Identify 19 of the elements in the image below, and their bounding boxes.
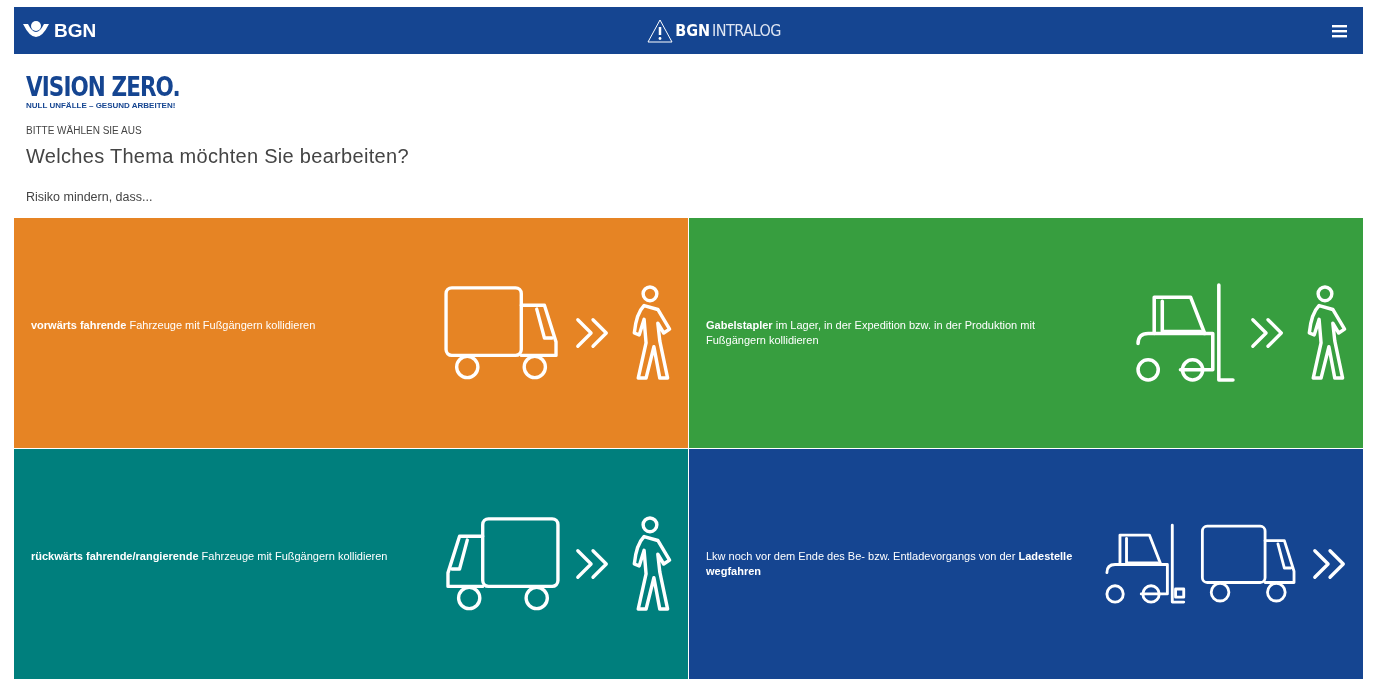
topic-text: Gabelstapler im Lager, in der Expedition bzw. in der Produktion mit Fußgängern kollidieren (706, 318, 1036, 348)
topic-text: rückwärts fahrende/rangierende Fahrzeuge mit Fußgängern kollidieren (31, 549, 388, 564)
topic-text: Lkw noch vor dem Ende des Be- bzw. Entladevorgangs von der Ladestelle wegfahren (706, 549, 1074, 579)
vision-zero-title: VISION ZERO. (26, 74, 180, 100)
topic-tile[interactable]: Lkw noch vor dem Ende des Be- bzw. Entladevorgangs von der Ladestelle wegfahren (689, 449, 1363, 679)
topic-text: vorwärts fahrende Fahrzeuge mit Fußgängern kollidieren (31, 318, 316, 333)
lead-text: Risiko mindern, dass... (26, 190, 153, 204)
menu-icon[interactable] (1332, 23, 1347, 38)
vision-zero-subtitle: NULL UNFÄLLE – GESUND ARBEITEN! (26, 101, 176, 111)
logo-text: BGN (54, 19, 97, 42)
page-heading: Welches Thema möchten Sie bearbeiten? (26, 145, 409, 168)
topic-tile[interactable]: rückwärts fahrende/rangierende Fahrzeuge mit Fußgängern kollidieren (14, 449, 688, 679)
app-brand: BGN (675, 21, 711, 40)
forklift-icon (1102, 521, 1187, 607)
warning-icon (647, 18, 674, 43)
app-name: INTRALOG (712, 21, 781, 40)
topic-tile[interactable]: Gabelstapler im Lager, in der Expedition bzw. in der Produktion mit Fußgängern kollidieren (689, 218, 1363, 448)
eyebrow-text: BITTE WÄHLEN SIE AUS (26, 125, 142, 136)
topic-tile[interactable]: vorwärts fahrende Fahrzeuge mit Fußgängern kollidieren (14, 218, 688, 448)
